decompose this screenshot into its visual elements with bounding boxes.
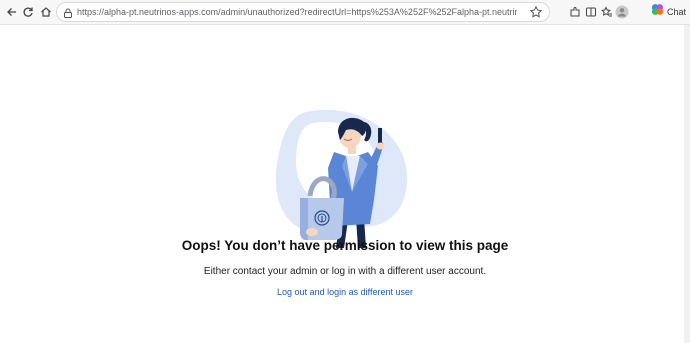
- profile-icon[interactable]: [613, 3, 631, 21]
- star-icon[interactable]: [529, 5, 543, 19]
- refresh-icon[interactable]: [19, 3, 37, 21]
- address-bar[interactable]: https://alpha-pt.neutrinos-apps.com/admi…: [56, 2, 550, 22]
- home-icon[interactable]: [37, 3, 55, 21]
- page-subtitle: Either contact your admin or log in with…: [203, 266, 487, 277]
- unauthorized-illustration: [275, 109, 407, 248]
- logout-link[interactable]: Log out and login as different user: [260, 287, 430, 297]
- chat-label: Chat: [667, 7, 687, 17]
- copilot-icon: [651, 3, 664, 21]
- browser-toolbar: https://alpha-pt.neutrinos-apps.com/admi…: [0, 0, 690, 25]
- lock-icon[interactable]: [62, 6, 74, 18]
- url-text[interactable]: https://alpha-pt.neutrinos-apps.com/admi…: [77, 6, 517, 18]
- scrollbar[interactable]: [684, 25, 690, 343]
- page-title: Oops! You don’t have permission to view …: [181, 238, 509, 253]
- page-content: Oops! You don’t have permission to view …: [0, 25, 690, 343]
- copilot-chat-button[interactable]: Chat: [651, 3, 688, 21]
